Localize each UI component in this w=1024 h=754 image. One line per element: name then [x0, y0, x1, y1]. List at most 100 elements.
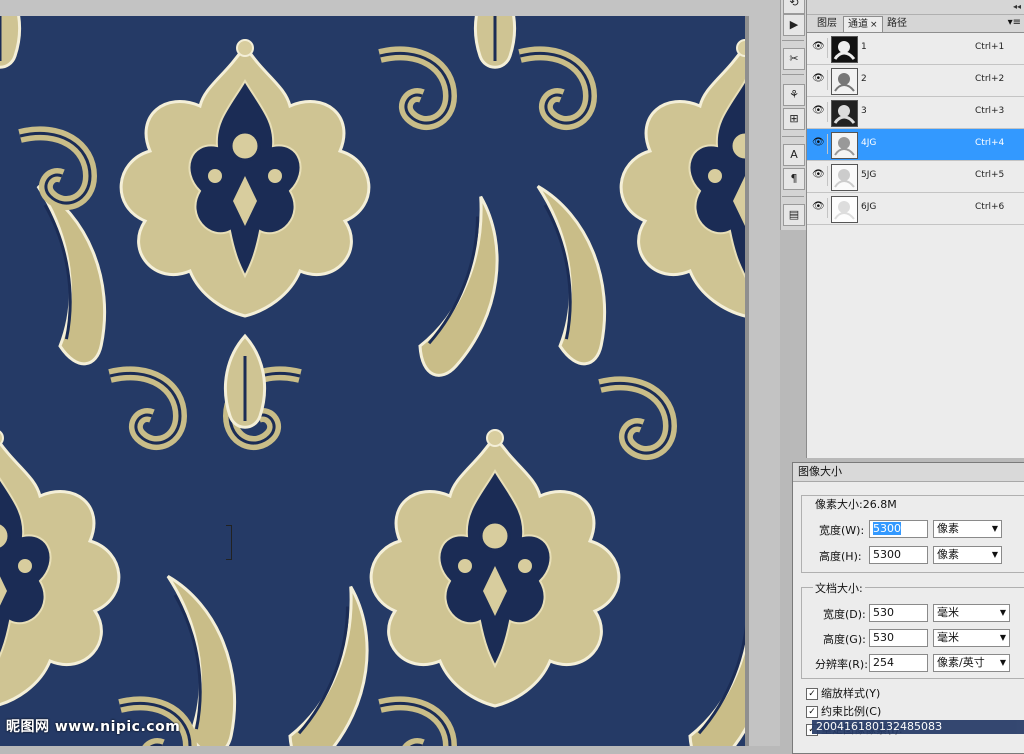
chevron-down-icon: ▼	[999, 608, 1006, 617]
height-label: 高度(H):	[819, 550, 862, 563]
width-label: 宽度(W):	[819, 524, 865, 537]
channel-thumbnail	[831, 36, 858, 63]
visibility-toggle[interactable]: 👁	[809, 38, 828, 58]
visibility-toggle[interactable]: 👁	[809, 134, 828, 154]
divider	[782, 40, 804, 41]
channel-thumbnail	[831, 100, 858, 127]
close-icon[interactable]: ×	[870, 20, 878, 30]
tab-layers[interactable]: 图层	[813, 16, 841, 31]
channel-shortcut: Ctrl+3	[975, 106, 1005, 116]
pixel-dimensions-label: 像素大小:26.8M	[813, 496, 899, 512]
resolution-unit: 像素/英寸	[937, 656, 985, 669]
channel-row[interactable]: 👁 1 Ctrl+1	[807, 33, 1024, 65]
doc-height-label: 高度(G):	[823, 633, 866, 646]
scale-styles-label: 缩放样式(Y)	[821, 687, 881, 700]
canvas-shadow	[745, 16, 749, 746]
divider	[782, 196, 804, 197]
brushes-icon[interactable]: ⚘	[783, 84, 805, 106]
tab-channels-label: 通道	[848, 19, 868, 30]
channel-name: 6JG	[861, 202, 877, 212]
channel-shortcut: Ctrl+4	[975, 138, 1005, 148]
width-unit-select[interactable]: 像素 ▼	[933, 520, 1002, 538]
channel-thumbnail	[831, 196, 858, 223]
width-unit: 像素	[937, 522, 959, 535]
channel-thumbnail	[831, 164, 858, 191]
doc-width-unit-select[interactable]: 毫米 ▼	[933, 604, 1010, 622]
channel-name: 3	[861, 106, 867, 116]
chevron-down-icon: ▼	[991, 524, 998, 533]
channel-row[interactable]: 👁 5JG Ctrl+5	[807, 161, 1024, 193]
eye-icon: 👁	[812, 105, 825, 116]
width-value: 5300	[873, 522, 901, 535]
layer-comps-icon[interactable]: ▤	[783, 204, 805, 226]
tool-presets-icon[interactable]: ✂	[783, 48, 805, 70]
channel-row[interactable]: 👁 3 Ctrl+3	[807, 97, 1024, 129]
watermark-text: 昵图网 www.nipic.com	[6, 719, 181, 735]
width-input[interactable]: 5300	[869, 520, 928, 538]
constrain-proportions-checkbox[interactable]: ✓ 约束比例(C)	[806, 703, 881, 719]
channel-shortcut: Ctrl+2	[975, 74, 1005, 84]
doc-height-unit: 毫米	[937, 631, 959, 644]
channel-name: 1	[861, 42, 867, 52]
panel-tabs: 图层 通道 × 路径 ▾≡	[807, 15, 1024, 33]
document-size-label: 文档大小:	[813, 580, 865, 596]
eye-icon: 👁	[812, 41, 825, 52]
channels-panel: ◂◂ 图层 通道 × 路径 ▾≡ 👁 1 Ctrl+1 👁 2 Ctrl+2 👁 …	[806, 0, 1024, 458]
channel-thumbnail	[831, 68, 858, 95]
doc-width-unit: 毫米	[937, 606, 959, 619]
eye-icon: 👁	[812, 73, 825, 84]
actions-icon[interactable]: ▶	[783, 14, 805, 36]
watermark-id-strip: 20041618013248508З	[812, 720, 1024, 734]
panel-header: ◂◂	[807, 0, 1024, 15]
checkmark-icon: ✓	[806, 688, 818, 700]
resolution-label: 分辨率(R):	[815, 658, 868, 671]
dialog-title: 图像大小	[793, 463, 1024, 482]
visibility-toggle[interactable]: 👁	[809, 70, 828, 90]
visibility-toggle[interactable]: 👁	[809, 166, 828, 186]
tab-paths[interactable]: 路径	[883, 16, 911, 31]
image-size-dialog: 图像大小 像素大小:26.8M 宽度(W): 5300 像素 ▼ 高度(H): 5…	[792, 462, 1024, 754]
resolution-unit-select[interactable]: 像素/英寸 ▼	[933, 654, 1010, 672]
clone-source-icon[interactable]: ⊞	[783, 108, 805, 130]
doc-height-input[interactable]: 530	[869, 629, 928, 647]
scale-styles-checkbox[interactable]: ✓ 缩放样式(Y)	[806, 685, 880, 701]
channel-shortcut: Ctrl+5	[975, 170, 1005, 180]
link-bracket	[226, 525, 232, 560]
visibility-toggle[interactable]: 👁	[809, 102, 828, 122]
document-canvas-area: 昵图网 www.nipic.com	[0, 0, 780, 746]
resolution-input[interactable]: 254	[869, 654, 928, 672]
doc-width-label: 宽度(D):	[823, 608, 866, 621]
eye-icon: 👁	[812, 169, 825, 180]
channel-row[interactable]: 👁 6JG Ctrl+6	[807, 193, 1024, 225]
divider	[782, 136, 804, 137]
divider	[782, 74, 804, 75]
checkmark-icon: ✓	[806, 706, 818, 718]
height-unit-select[interactable]: 像素 ▼	[933, 546, 1002, 564]
doc-width-input[interactable]: 530	[869, 604, 928, 622]
doc-height-unit-select[interactable]: 毫米 ▼	[933, 629, 1010, 647]
chevron-down-icon: ▼	[999, 633, 1006, 642]
chevron-down-icon: ▼	[999, 658, 1006, 667]
tab-channels[interactable]: 通道 ×	[843, 16, 883, 32]
height-input[interactable]: 5300	[869, 546, 928, 564]
channel-shortcut: Ctrl+1	[975, 42, 1005, 52]
damask-pattern	[0, 16, 745, 746]
constrain-label: 约束比例(C)	[821, 705, 882, 718]
paragraph-icon[interactable]: ¶	[783, 168, 805, 190]
channel-name: 2	[861, 74, 867, 84]
height-unit: 像素	[937, 548, 959, 561]
history-icon[interactable]: ⟲	[783, 0, 805, 14]
chevron-down-icon: ▼	[991, 550, 998, 559]
panel-icon-strip: ⟲ ▶ ✂ ⚘ ⊞ A ¶ ▤	[780, 0, 807, 230]
damask-image-canvas[interactable]	[0, 16, 745, 746]
visibility-toggle[interactable]: 👁	[809, 198, 828, 218]
eye-icon: 👁	[812, 137, 825, 148]
character-icon[interactable]: A	[783, 144, 805, 166]
channel-shortcut: Ctrl+6	[975, 202, 1005, 212]
collapse-icon[interactable]: ◂◂	[1013, 2, 1021, 11]
channel-name: 4JG	[861, 138, 877, 148]
channel-thumbnail	[831, 132, 858, 159]
channel-row[interactable]: 👁 2 Ctrl+2	[807, 65, 1024, 97]
panel-menu-icon[interactable]: ▾≡	[1008, 17, 1021, 28]
channel-row-selected[interactable]: 👁 4JG Ctrl+4	[807, 129, 1024, 161]
